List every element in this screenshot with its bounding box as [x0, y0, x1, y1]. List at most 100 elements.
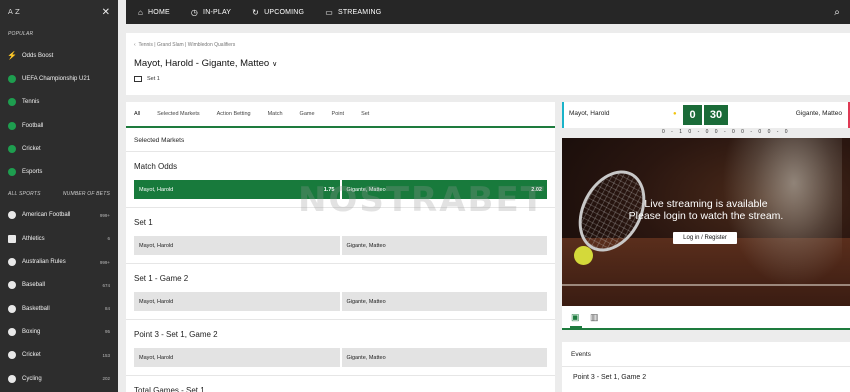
cricket-icon — [8, 351, 16, 360]
market-name[interactable]: Total Games - Set 1 — [134, 376, 547, 392]
stream-message: Live streaming is available Please login… — [562, 198, 850, 222]
popular-heading: POPULAR — [0, 24, 118, 44]
sidebar-item-football[interactable]: Football — [0, 114, 118, 137]
bet-count: 674 — [102, 282, 110, 288]
match-header: ‹ Tennis | Grand Slam | Wimbledon Qualif… — [126, 33, 850, 95]
pin-icon[interactable]: ✕ — [102, 7, 110, 18]
tab-point[interactable]: Point — [332, 101, 345, 127]
sidebar: A Z ✕ POPULAR ⚡ Odds Boost UEFA Champions… — [0, 0, 118, 392]
tab-match[interactable]: Match — [268, 101, 283, 127]
player-2-name: Gigante, Matteo — [795, 110, 842, 117]
tab-action-betting[interactable]: Action Betting — [217, 101, 251, 127]
tv-icon — [134, 76, 142, 82]
all-sports-heading: ALL SPORTS NUMBER OF BETS — [0, 184, 118, 204]
sidebar-item-cycling[interactable]: Cycling 202 — [0, 367, 118, 390]
odds-button-home[interactable]: Mayot, Harold — [134, 348, 340, 367]
sidebar-item-label: Athletics — [22, 235, 45, 242]
odds-boost-icon: ⚡ — [7, 51, 17, 61]
play-video-icon[interactable]: ▣ — [570, 312, 582, 328]
athletics-icon — [8, 234, 16, 243]
sidebar-item-label: Basketball — [22, 305, 50, 312]
bet-count: 202 — [102, 376, 110, 381]
sidebar-item-cricket-popular[interactable]: Cricket — [0, 137, 118, 160]
odds-row: Mayot, Harold Gigante, Matteo — [134, 348, 547, 375]
set-scores: 0 - 1 0 - 0 0 - 0 0 - 0 0 - 0 — [662, 129, 789, 135]
market-set-1: Set 1 Mayot, Harold Gigante, Matteo — [126, 208, 555, 264]
stream-message-line-1: Live streaming is available — [644, 198, 768, 210]
sidebar-item-baseball[interactable]: Baseball 674 — [0, 274, 118, 297]
breadcrumb[interactable]: ‹ Tennis | Grand Slam | Wimbledon Qualif… — [134, 42, 235, 48]
sidebar-item-athletics[interactable]: Athletics 6 — [0, 227, 118, 250]
bet-count: 84 — [104, 306, 110, 312]
clock-icon: ◷ — [190, 7, 199, 17]
odds-button-away[interactable]: Gigante, Matteo — [341, 236, 547, 255]
odds-row: Mayot, Harold Gigante, Matteo — [134, 236, 547, 263]
sidebar-item-label: Esports — [22, 169, 43, 176]
sidebar-item-basketball[interactable]: Basketball 84 — [0, 297, 118, 320]
sidebar-item-american-football[interactable]: American Football 999+ — [0, 204, 118, 227]
sidebar-item-label: Odds Boost — [22, 52, 54, 59]
market-set-1-game-2: Set 1 - Game 2 Mayot, Harold Gigante, Ma… — [126, 264, 555, 320]
nav-home-label: HOME — [148, 8, 170, 16]
match-title-text: Mayot, Harold - Gigante, Matteo — [134, 58, 270, 69]
market-name[interactable]: Set 1 - Game 2 — [134, 264, 547, 292]
chevron-down-icon: ∨ — [272, 61, 278, 68]
stats-icon[interactable]: ▥ — [590, 312, 599, 323]
tab-set[interactable]: Set — [361, 101, 369, 127]
sidebar-item-boxing[interactable]: Boxing 95 — [0, 320, 118, 343]
match-title[interactable]: Mayot, Harold - Gigante, Matteo ∨ — [134, 58, 277, 69]
sidebar-item-label: Cricket — [22, 352, 41, 359]
bet-count: 999+ — [99, 259, 110, 265]
nav-upcoming[interactable]: ↻ UPCOMING — [252, 8, 304, 17]
odds-price: 2.02 — [531, 186, 542, 193]
odds-price: 1.75 — [323, 186, 335, 193]
sidebar-item-tennis[interactable]: Tennis — [0, 91, 118, 114]
odds-button-home[interactable]: Mayot, Harold 1.75 — [134, 180, 340, 199]
odds-button-away[interactable]: Gigante, Matteo — [341, 348, 547, 367]
popular-heading-label: POPULAR — [8, 31, 34, 37]
sidebar-item-esports[interactable]: Esports — [0, 160, 118, 183]
boxing-icon — [8, 327, 16, 336]
tab-all[interactable]: All — [134, 102, 141, 128]
sidebar-item-label: Boxing — [22, 328, 41, 335]
selection-name: Mayot, Harold — [139, 298, 174, 305]
market-match-odds: Match Odds Mayot, Harold 1.75 Gigante, Ma… — [126, 152, 555, 208]
selection-name: Gigante, Matteo — [346, 242, 386, 249]
sidebar-top: A Z ✕ — [0, 0, 118, 24]
football-icon — [8, 74, 16, 83]
american-football-icon — [8, 211, 16, 220]
odds-button-home[interactable]: Mayot, Harold — [134, 236, 340, 255]
search-icon[interactable]: ⌕ — [824, 0, 850, 24]
az-sort-icon[interactable]: A Z — [8, 8, 20, 16]
home-icon: ⌂ — [138, 7, 144, 17]
nav-streaming[interactable]: ▭ STREAMING — [325, 8, 381, 17]
scoreboard: Mayot, Harold ● 0 30 Gigante, Matteo — [562, 102, 850, 128]
login-register-button[interactable]: Log in / Register — [673, 232, 737, 244]
stream-message-line-2: Please login to watch the stream. — [628, 210, 784, 222]
sidebar-item-label: Cycling — [22, 375, 42, 382]
market-total-games: Total Games - Set 1 — [126, 376, 555, 392]
bet-count: 95 — [104, 329, 110, 335]
player-1-name: Mayot, Harold — [569, 110, 610, 117]
tab-game[interactable]: Game — [300, 101, 315, 127]
odds-button-away[interactable]: Gigante, Matteo 2.02 — [341, 180, 547, 199]
nav-in-play[interactable]: ◷ IN-PLAY — [191, 8, 231, 17]
sidebar-item-cricket[interactable]: Cricket 153 — [0, 344, 118, 367]
esports-icon — [8, 168, 16, 177]
sidebar-item-label: American Football — [22, 212, 71, 219]
sidebar-item-uefa-u21[interactable]: UEFA Championship U21 — [0, 67, 118, 90]
market-name[interactable]: Match Odds — [134, 152, 547, 180]
tab-selected-markets[interactable]: Selected Markets — [157, 101, 200, 127]
market-name[interactable]: Set 1 — [134, 208, 547, 236]
sidebar-item-australian-rules[interactable]: Australian Rules 999+ — [0, 250, 118, 273]
serve-indicator-icon: ● — [673, 111, 677, 117]
odds-button-home[interactable]: Mayot, Harold — [134, 292, 340, 311]
sidebar-item-odds-boost[interactable]: ⚡ Odds Boost — [0, 44, 118, 67]
odds-button-away[interactable]: Gigante, Matteo — [341, 292, 547, 311]
football-icon — [8, 121, 16, 130]
nav-home[interactable]: ⌂ HOME — [138, 8, 170, 17]
markets-panel: All Selected Markets Action Betting Matc… — [126, 102, 555, 392]
selection-name: Mayot, Harold — [139, 186, 174, 193]
market-name[interactable]: Point 3 - Set 1, Game 2 — [134, 320, 547, 348]
selection-name: Gigante, Matteo — [346, 186, 386, 193]
